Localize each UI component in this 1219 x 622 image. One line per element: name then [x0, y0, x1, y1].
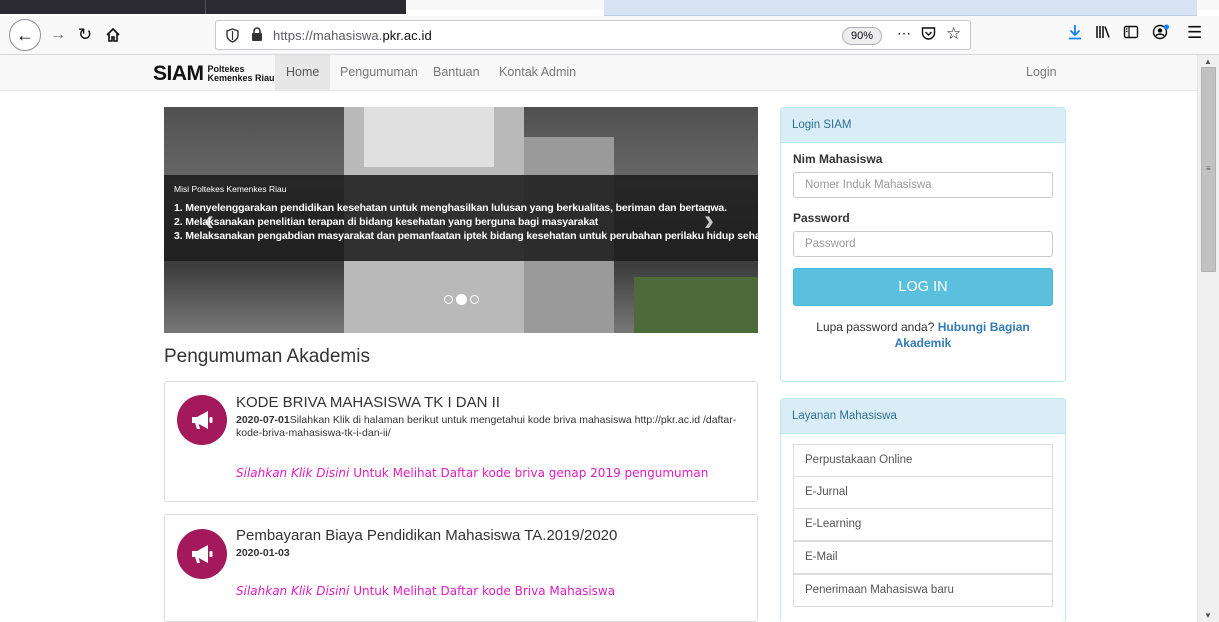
- carousel-dot-2[interactable]: [456, 294, 467, 305]
- scroll-up-icon[interactable]: ▲: [1204, 57, 1212, 66]
- announcement-card: Pembayaran Biaya Pendidikan Mahasiswa TA…: [164, 514, 758, 622]
- brand-main: SIAM: [153, 62, 204, 85]
- service-item[interactable]: Penerimaan Mahasiswa baru: [793, 574, 1053, 607]
- page-scrollbar[interactable]: ▲ ≡ ▼: [1197, 55, 1219, 622]
- carousel-prev-icon[interactable]: ‹: [204, 204, 214, 238]
- nim-label: Nim Mahasiswa: [793, 152, 883, 166]
- scrollbar-thumb[interactable]: ≡: [1201, 67, 1216, 272]
- announcement-title[interactable]: KODE BRIVA MAHASISWA TK I DAN II: [236, 394, 500, 411]
- announcement-body: 2020-07-01Silahkan Klik di halaman berik…: [236, 414, 751, 440]
- lock-icon[interactable]: [251, 27, 263, 47]
- nav-login[interactable]: Login: [1015, 55, 1068, 90]
- zoom-indicator[interactable]: 90%: [842, 27, 883, 45]
- service-item[interactable]: Perpustakaan Online: [793, 444, 1053, 477]
- login-button[interactable]: LOG IN: [793, 268, 1053, 306]
- url-bar[interactable]: https://mahasiswa.pkr.ac.id 90% ⋯ ☆: [215, 20, 971, 50]
- trees-image: [634, 277, 758, 333]
- service-item[interactable]: E-Jurnal: [793, 476, 1053, 509]
- tab-separator: [205, 0, 206, 14]
- announcements-heading: Pengumuman Akademis: [164, 346, 370, 367]
- site-navbar: SIAM Poltekes Kemenkes Riau Home Pengumum…: [0, 55, 1197, 91]
- building-image-top: [364, 107, 494, 167]
- reload-icon[interactable]: ↻: [73, 21, 97, 49]
- shield-icon[interactable]: [226, 28, 239, 48]
- services-panel: Layanan Mahasiswa Perpustakaan Online E-…: [780, 398, 1066, 622]
- megaphone-icon: [177, 395, 227, 445]
- announcement-body: 2020-01-03: [236, 547, 751, 560]
- scroll-down-icon[interactable]: ▼: [1204, 611, 1212, 620]
- nim-input[interactable]: Nomer Induk Mahasiswa: [793, 172, 1053, 198]
- download-icon[interactable]: [1068, 24, 1082, 45]
- nav-kontak-admin[interactable]: Kontak Admin: [488, 55, 587, 90]
- carousel-caption: Misi Poltekes Kemenkes Riau 1. Menyeleng…: [164, 175, 758, 261]
- announcement-card: KODE BRIVA MAHASISWA TK I DAN II 2020-07…: [164, 381, 758, 502]
- forgot-password: Lupa password anda? Hubungi Bagian Akade…: [816, 320, 1030, 350]
- home-icon[interactable]: [101, 21, 125, 49]
- pocket-icon[interactable]: [921, 26, 936, 45]
- caption-line-2: 2. Melaksanakan penelitian terapan di bi…: [174, 216, 599, 228]
- nav-pengumuman[interactable]: Pengumuman: [329, 55, 429, 90]
- library-icon[interactable]: [1095, 24, 1111, 45]
- service-item[interactable]: E-Learning: [793, 508, 1053, 541]
- password-label: Password: [793, 211, 850, 225]
- caption-line-3: 3. Melaksanakan pengabdian masyarakat da…: [174, 230, 758, 242]
- caption-line-1: 1. Menyelenggarakan pendidikan kesehatan…: [174, 202, 727, 214]
- carousel-dot-1[interactable]: [444, 295, 453, 304]
- carousel-dot-3[interactable]: [470, 295, 479, 304]
- browser-tab-active[interactable]: [604, 0, 1197, 16]
- password-input[interactable]: Password: [793, 231, 1053, 257]
- brand-sub: Poltekes Kemenkes Riau: [207, 64, 275, 83]
- login-panel: Login SIAM Nim Mahasiswa Nomer Induk Mah…: [780, 107, 1066, 382]
- service-item[interactable]: E-Mail: [793, 541, 1053, 574]
- hero-carousel[interactable]: Misi Poltekes Kemenkes Riau 1. Menyeleng…: [164, 107, 758, 333]
- grip-icon: ≡: [1206, 164, 1211, 173]
- url-text[interactable]: https://mahasiswa.pkr.ac.id: [273, 28, 432, 43]
- star-icon[interactable]: ☆: [946, 24, 961, 44]
- account-icon[interactable]: [1152, 24, 1170, 45]
- site-brand[interactable]: SIAM Poltekes Kemenkes Riau: [153, 62, 275, 86]
- login-panel-title: Login SIAM: [781, 108, 1065, 143]
- carousel-indicators: [444, 294, 479, 305]
- caption-title: Misi Poltekes Kemenkes Riau: [174, 184, 287, 194]
- services-panel-title: Layanan Mahasiswa: [781, 399, 1065, 434]
- browser-tab-inactive[interactable]: [0, 0, 406, 14]
- announcement-date: 2020-01-03: [236, 547, 290, 559]
- browser-toolbar: ← → ↻ https://mahasiswa.pkr.ac.id 90% ⋯ …: [0, 16, 1219, 55]
- hamburger-icon[interactable]: ☰: [1187, 23, 1202, 43]
- back-icon[interactable]: ←: [9, 19, 41, 51]
- announcement-link[interactable]: Silahkan Klik Disini Untuk Melihat Dafta…: [236, 584, 615, 598]
- announcement-date: 2020-07-01: [236, 414, 290, 426]
- carousel-next-icon[interactable]: ›: [704, 204, 714, 238]
- nav-bantuan[interactable]: Bantuan: [422, 55, 491, 90]
- forward-icon[interactable]: →: [46, 21, 70, 49]
- megaphone-icon: [177, 529, 227, 579]
- menu-dots-icon[interactable]: ⋯: [897, 25, 911, 42]
- announcement-title[interactable]: Pembayaran Biaya Pendidikan Mahasiswa TA…: [236, 527, 617, 544]
- announcement-text: Silahkan Klik di halaman berikut untuk m…: [236, 414, 737, 439]
- announcement-link[interactable]: Silahkan Klik Disini Untuk Melihat Dafta…: [236, 466, 708, 480]
- nav-home[interactable]: Home: [275, 55, 331, 90]
- sidebar-icon[interactable]: [1123, 24, 1139, 45]
